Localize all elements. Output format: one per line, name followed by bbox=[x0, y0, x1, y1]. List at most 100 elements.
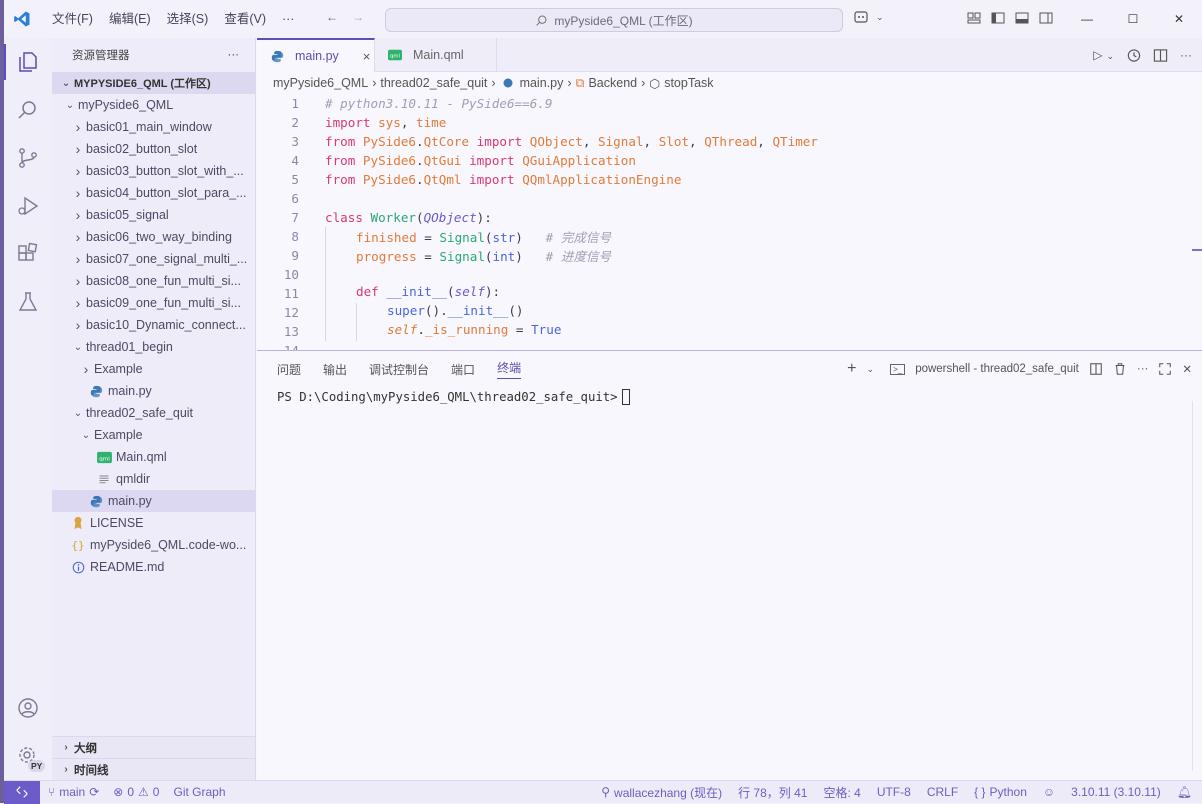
terminal-scrollbar[interactable] bbox=[1192, 401, 1202, 771]
code-line[interactable]: 13 self._is_running = True bbox=[257, 322, 1202, 341]
more-actions-icon[interactable]: ··· bbox=[1137, 363, 1149, 375]
search-icon[interactable] bbox=[4, 86, 52, 134]
run-debug-icon[interactable] bbox=[4, 182, 52, 230]
encoding[interactable]: UTF-8 bbox=[877, 785, 911, 799]
tree-folder-item[interactable]: ⌄ thread02_safe_quit bbox=[52, 402, 255, 424]
menu-more[interactable]: ··· bbox=[274, 0, 303, 38]
tree-file-item[interactable]: {} myPyside6_QML.code-wo... bbox=[52, 534, 255, 556]
breadcrumb-item[interactable]: myPyside6_QML bbox=[273, 76, 368, 90]
tree-folder-item[interactable]: › basic10_Dynamic_connect... bbox=[52, 314, 255, 336]
command-center-search[interactable]: myPyside6_QML (工作区) bbox=[385, 8, 843, 32]
tree-file-item[interactable]: README.md bbox=[52, 556, 255, 578]
tree-folder-item[interactable]: › basic01_main_window bbox=[52, 116, 255, 138]
code-line[interactable]: 3 from PySide6.QtCore import QObject, Sig… bbox=[257, 132, 1202, 151]
copilot-status-icon[interactable]: ☺ bbox=[1043, 785, 1055, 799]
tree-folder-item[interactable]: › basic05_signal bbox=[52, 204, 255, 226]
back-arrow-icon[interactable]: ← bbox=[326, 10, 338, 24]
close-tab-icon[interactable]: × bbox=[363, 49, 371, 64]
tree-file-item[interactable]: LICENSE bbox=[52, 512, 255, 534]
terminal-instance-name[interactable]: powershell - thread02_safe_quit bbox=[915, 363, 1079, 375]
close-panel-icon[interactable]: ✕ bbox=[1182, 362, 1192, 376]
tree-file-item[interactable]: qmldir bbox=[52, 468, 255, 490]
split-terminal-icon[interactable] bbox=[1089, 362, 1103, 376]
breadcrumb-item[interactable]: stopTask bbox=[664, 76, 713, 90]
end-of-line[interactable]: CRLF bbox=[927, 785, 958, 799]
code-line[interactable]: 2 import sys, time bbox=[257, 113, 1202, 132]
testing-flask-icon[interactable] bbox=[4, 278, 52, 326]
tree-folder-item[interactable]: ⌄ thread01_begin bbox=[52, 336, 255, 358]
code-editor[interactable]: 1 # python3.10.11 - PySide6==6.9 2 import s… bbox=[257, 94, 1202, 350]
tree-folder-item[interactable]: › basic03_button_slot_with_... bbox=[52, 160, 255, 182]
notifications-bell-icon[interactable]: 🔔︎ bbox=[1177, 785, 1192, 799]
tree-file-item[interactable]: main.py bbox=[52, 380, 255, 402]
outline-section[interactable]: › 大纲 bbox=[52, 736, 255, 758]
tree-folder-item[interactable]: › basic07_one_signal_multi_... bbox=[52, 248, 255, 270]
extensions-icon[interactable] bbox=[4, 230, 52, 278]
menu-item[interactable]: 查看(V) bbox=[216, 0, 274, 38]
code-line[interactable]: 12 super().__init__() bbox=[257, 303, 1202, 322]
toggle-panel-icon[interactable] bbox=[1014, 10, 1030, 26]
breadcrumb-item[interactable]: thread02_safe_quit bbox=[380, 76, 487, 90]
tab-main-py[interactable]: main.py × bbox=[257, 38, 375, 72]
breadcrumb-item[interactable]: Backend bbox=[588, 76, 637, 90]
cursor-position[interactable]: 行 78，列 41 bbox=[738, 784, 807, 801]
manage-gear-icon[interactable]: PY bbox=[4, 732, 52, 780]
panel-tab[interactable]: 问题 bbox=[277, 361, 301, 378]
tree-file-item[interactable]: main.py bbox=[52, 490, 255, 512]
code-line[interactable]: 7 class Worker(QObject): bbox=[257, 208, 1202, 227]
code-line[interactable]: 11 def __init__(self): bbox=[257, 284, 1202, 303]
maximize-panel-icon[interactable] bbox=[1158, 362, 1172, 376]
more-actions-icon[interactable]: ··· bbox=[228, 49, 240, 61]
timeline-history-icon[interactable] bbox=[1126, 48, 1141, 63]
close-icon[interactable]: ✕ bbox=[1156, 0, 1202, 38]
problems-indicator[interactable]: ⊗ 0 ⚠ 0 bbox=[113, 785, 159, 799]
tree-folder-item[interactable]: › Example bbox=[52, 358, 255, 380]
code-line[interactable]: 14 bbox=[257, 341, 1202, 350]
panel-tab[interactable]: 调试控制台 bbox=[369, 361, 429, 378]
tree-file-item[interactable]: qml Main.qml bbox=[52, 446, 255, 468]
git-branch[interactable]: ⑂ main ⟳ bbox=[48, 785, 99, 799]
python-interpreter[interactable]: 3.10.11 (3.10.11) bbox=[1071, 785, 1161, 799]
menu-item[interactable]: 文件(F) bbox=[44, 0, 101, 38]
toggle-sidebar-icon[interactable] bbox=[990, 10, 1006, 26]
forward-arrow-icon[interactable]: → bbox=[352, 10, 364, 24]
timeline-section[interactable]: › 时间线 bbox=[52, 758, 255, 780]
split-editor-icon[interactable] bbox=[1153, 48, 1168, 63]
code-line[interactable]: 10 bbox=[257, 265, 1202, 284]
menu-item[interactable]: 选择(S) bbox=[159, 0, 217, 38]
explorer-icon[interactable] bbox=[4, 38, 52, 86]
tree-folder-item[interactable]: › basic06_two_way_binding bbox=[52, 226, 255, 248]
tab-main-qml[interactable]: qml Main.qml bbox=[375, 38, 497, 72]
panel-tab[interactable]: 输出 bbox=[323, 361, 347, 378]
tree-folder-item[interactable]: ⌄ myPyside6_QML bbox=[52, 94, 255, 116]
tree-folder-item[interactable]: › basic04_button_slot_para_... bbox=[52, 182, 255, 204]
copilot-menu[interactable]: ⌄ bbox=[854, 10, 884, 24]
run-python-icon[interactable]: ▷ ⌄ bbox=[1093, 48, 1114, 62]
panel-tab[interactable]: 终端 bbox=[497, 359, 522, 379]
git-blame[interactable]: ⚲ wallacezhang (现在) bbox=[601, 784, 722, 801]
new-terminal-icon[interactable]: + bbox=[847, 360, 856, 378]
remote-indicator-icon[interactable] bbox=[4, 780, 40, 804]
chevron-down-icon[interactable]: ⌄ bbox=[867, 364, 875, 375]
tree-folder-item[interactable]: › basic02_button_slot bbox=[52, 138, 255, 160]
customize-layout-icon[interactable] bbox=[966, 10, 982, 26]
git-graph-button[interactable]: Git Graph bbox=[173, 785, 225, 799]
workspace-root[interactable]: ⌄ MYPYSIDE6_QML (工作区) bbox=[52, 72, 255, 94]
menu-item[interactable]: 编辑(E) bbox=[101, 0, 159, 38]
account-icon[interactable] bbox=[4, 684, 52, 732]
code-line[interactable]: 9 progress = Signal(int) # 进度信号 bbox=[257, 246, 1202, 265]
tree-folder-item[interactable]: › basic09_one_fun_multi_si... bbox=[52, 292, 255, 314]
code-line[interactable]: 5 from PySide6.QtQml import QQmlApplicati… bbox=[257, 170, 1202, 189]
source-control-icon[interactable] bbox=[4, 134, 52, 182]
more-actions-icon[interactable]: ··· bbox=[1180, 48, 1192, 62]
trash-icon[interactable] bbox=[1113, 362, 1127, 376]
language-mode[interactable]: { } Python bbox=[974, 785, 1027, 799]
minimize-icon[interactable]: — bbox=[1064, 0, 1110, 38]
maximize-icon[interactable]: ☐ bbox=[1110, 0, 1156, 38]
toggle-secondary-sidebar-icon[interactable] bbox=[1038, 10, 1054, 26]
breadcrumb-item[interactable]: main.py bbox=[520, 76, 564, 90]
code-line[interactable]: 4 from PySide6.QtGui import QGuiApplicati… bbox=[257, 151, 1202, 170]
terminal-output[interactable]: PS D:\Coding\myPyside6_QML\thread02_safe… bbox=[257, 389, 1202, 405]
code-line[interactable]: 1 # python3.10.11 - PySide6==6.9 bbox=[257, 94, 1202, 113]
code-line[interactable]: 6 bbox=[257, 189, 1202, 208]
